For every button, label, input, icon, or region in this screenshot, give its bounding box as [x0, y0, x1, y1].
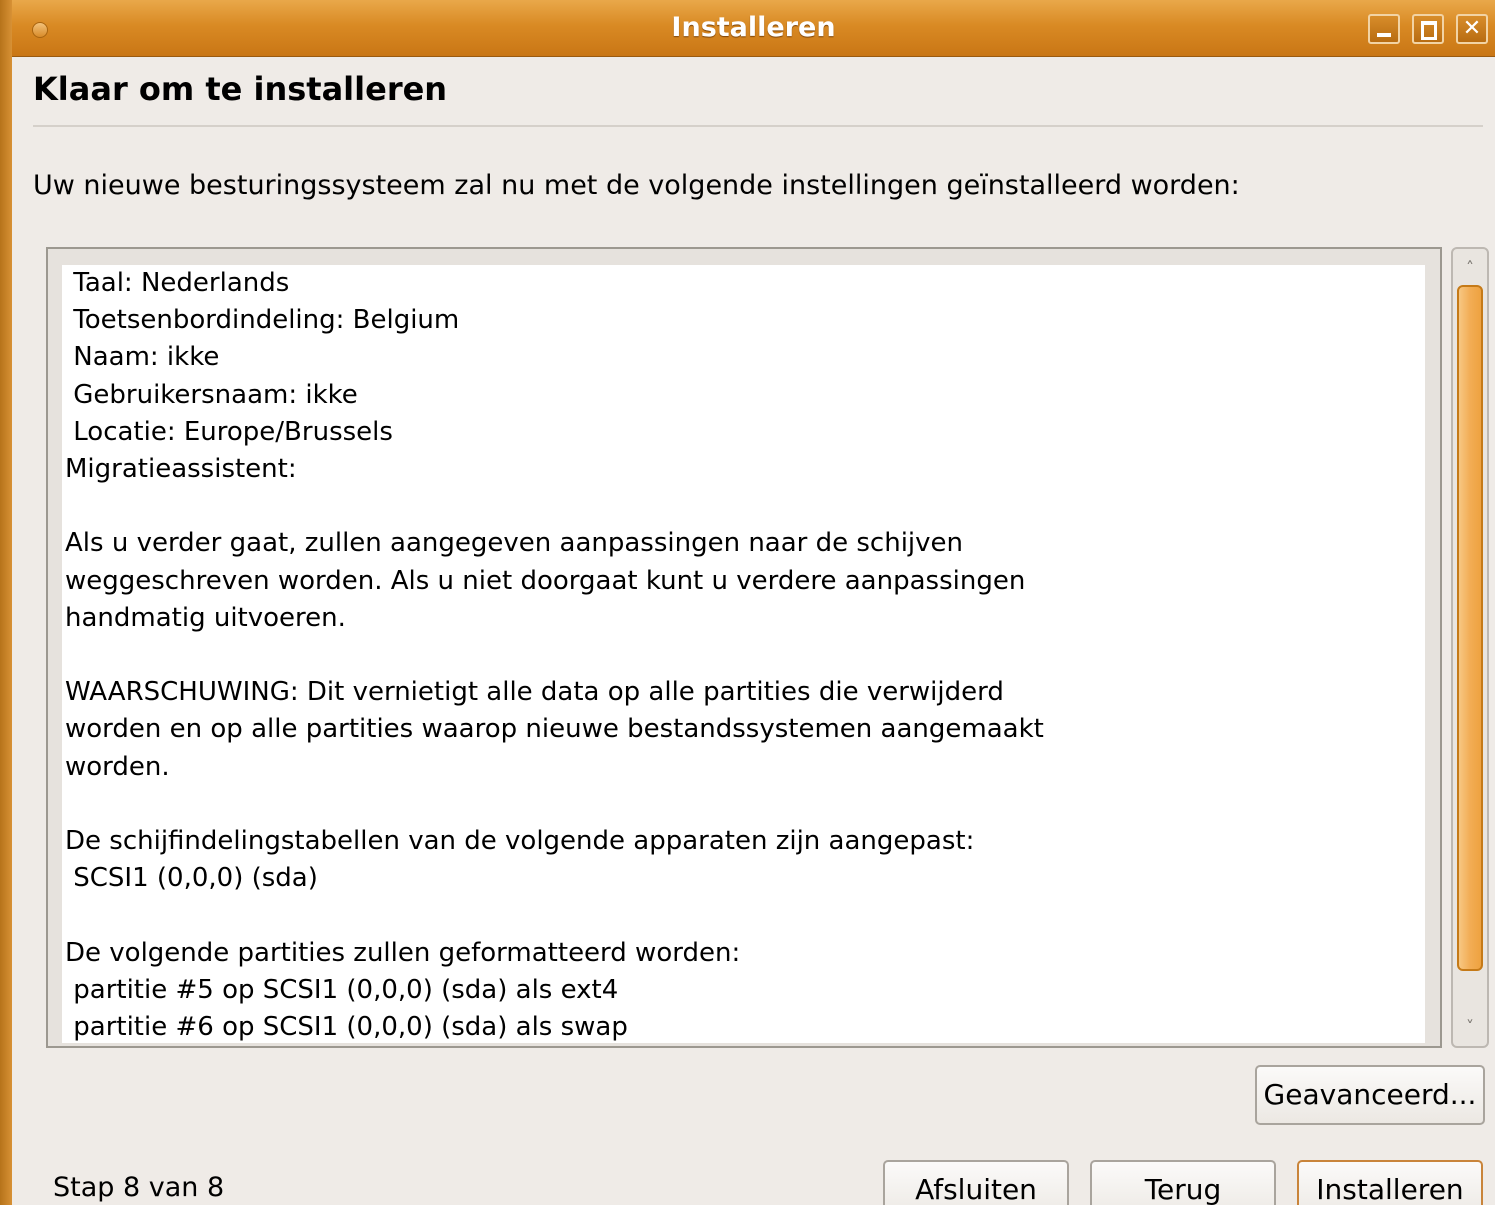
quit-button[interactable]: Afsluiten — [883, 1160, 1069, 1205]
minimize-icon — [1377, 33, 1391, 37]
install-button[interactable]: Installeren — [1297, 1160, 1483, 1205]
scroll-up-icon[interactable]: ˄ — [1453, 253, 1487, 283]
summary-text: Taal: Nederlands Toetsenbordindeling: Be… — [65, 268, 1044, 1043]
minimize-button[interactable] — [1368, 14, 1400, 44]
desktop-edge — [0, 0, 12, 1205]
summary-panel: Taal: Nederlands Toetsenbordindeling: Be… — [46, 247, 1442, 1048]
summary-scrollbar[interactable]: ˄ ˅ — [1451, 247, 1489, 1048]
close-icon: ✕ — [1462, 16, 1482, 41]
scroll-down-icon[interactable]: ˅ — [1453, 1012, 1487, 1042]
intro-text: Uw nieuwe besturingssysteem zal nu met d… — [33, 170, 1240, 201]
maximize-icon — [1421, 21, 1437, 40]
divider — [33, 125, 1483, 127]
step-indicator: Stap 8 van 8 — [53, 1172, 225, 1203]
window-title: Installeren — [671, 12, 836, 43]
close-button[interactable]: ✕ — [1456, 14, 1488, 44]
back-button[interactable]: Terug — [1090, 1160, 1276, 1205]
maximize-button[interactable] — [1412, 14, 1444, 44]
installer-window: Installeren ✕ Klaar om te installeren Uw… — [12, 0, 1495, 1205]
page-title: Klaar om te installeren — [33, 70, 448, 108]
title-bar[interactable]: Installeren ✕ — [12, 0, 1495, 57]
scroll-thumb[interactable] — [1457, 285, 1483, 971]
advanced-button[interactable]: Geavanceerd... — [1255, 1065, 1485, 1125]
summary-viewport[interactable]: Taal: Nederlands Toetsenbordindeling: Be… — [62, 265, 1425, 1043]
